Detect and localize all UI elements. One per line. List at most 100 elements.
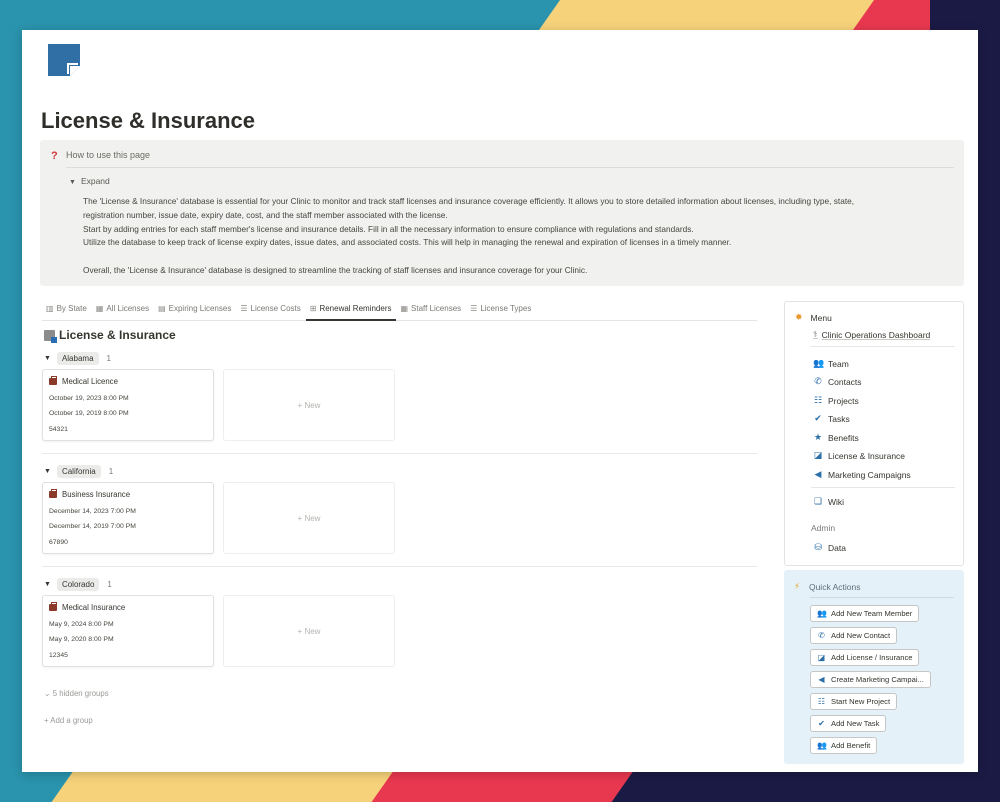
admin-label: Admin xyxy=(811,523,836,533)
tab-license-costs[interactable]: ☰ License Costs xyxy=(236,300,305,321)
triangle-down-icon: ▼ xyxy=(44,581,51,588)
add-new-team-member-button[interactable]: 👥 Add New Team Member xyxy=(810,605,920,622)
start-new-project-button[interactable]: ☷ Start New Project xyxy=(810,693,898,710)
help-icon: ? xyxy=(51,150,58,162)
menu-item-license-insurance[interactable]: ◪ License & Insurance xyxy=(813,450,905,461)
group-header[interactable]: ▼ California 1 xyxy=(44,465,113,478)
menu-divider xyxy=(811,487,955,488)
group-tag: Alabama xyxy=(56,352,99,365)
table-icon: ▦ xyxy=(400,304,409,313)
group-count: 1 xyxy=(107,580,112,589)
add-new-contact-button[interactable]: ✆ Add New Contact xyxy=(810,627,898,644)
triangle-down-icon: ▼ xyxy=(44,355,51,362)
license-card[interactable]: Medical Insurance May 9, 2024 8:00 PM Ma… xyxy=(42,595,214,667)
quick-actions-divider xyxy=(810,597,954,598)
team-icon: 👥 xyxy=(817,609,827,618)
tab-expiring-licenses[interactable]: ▤ Expiring Licenses xyxy=(154,300,236,321)
tab-license-types[interactable]: ☰ License Types xyxy=(466,300,536,321)
quick-actions-heading: ⚡ Quick Actions xyxy=(794,581,861,592)
briefcase-icon xyxy=(49,602,57,611)
menu-item-tasks[interactable]: ✔ Tasks xyxy=(813,413,850,424)
stethoscope-icon: ⚕ xyxy=(813,329,818,339)
checklist-icon: ☷ xyxy=(813,395,823,405)
callout-heading: How to use this page xyxy=(66,150,151,160)
add-benefit-button[interactable]: 👥 Add Benefit xyxy=(810,737,878,754)
create-marketing-campaign-button[interactable]: ◀ Create Marketing Campai... xyxy=(810,671,931,688)
table-icon: ▦ xyxy=(95,304,104,313)
list-icon: ☰ xyxy=(240,304,248,313)
star-icon: ★ xyxy=(813,432,823,442)
phone-icon: ✆ xyxy=(814,376,822,386)
group-tag: California xyxy=(56,465,101,478)
registration-number: 67890 xyxy=(49,539,68,546)
callout-body: The 'License & Insurance' database is es… xyxy=(83,195,951,278)
hidden-groups-toggle[interactable]: ⌄ 5 hidden groups xyxy=(44,689,109,698)
add-group-button[interactable]: + Add a group xyxy=(44,716,93,725)
page-title: License & Insurance xyxy=(41,108,255,133)
expiry-date: December 14, 2023 7:00 PM xyxy=(49,508,136,515)
dashboard-link[interactable]: ⚕ Clinic Operations Dashboard xyxy=(813,329,930,340)
menu-item-benefits[interactable]: ★ Benefits xyxy=(813,432,859,443)
list-icon: ☰ xyxy=(470,304,478,313)
team-icon: 👥 xyxy=(817,741,827,750)
callout-divider xyxy=(66,167,954,168)
megaphone-icon: ◀ xyxy=(818,675,825,684)
group-count: 1 xyxy=(108,467,114,476)
callout-line: The 'License & Insurance' database is es… xyxy=(83,196,855,206)
menu-heading: ✸ Menu xyxy=(795,312,832,323)
card-title: Medical Licence xyxy=(49,376,118,386)
menu-item-projects[interactable]: ☷ Projects xyxy=(813,395,859,406)
expand-toggle[interactable]: ▼ Expand xyxy=(69,176,110,186)
check-circle-icon: ✔ xyxy=(814,413,822,423)
phone-icon: ✆ xyxy=(818,631,825,640)
new-card-button[interactable]: + New xyxy=(223,369,395,441)
issue-date: December 14, 2019 7:00 PM xyxy=(49,523,136,530)
note-icon: ◪ xyxy=(813,450,823,460)
gallery-icon: ⊞ xyxy=(309,304,317,313)
megaphone-icon: ◀ xyxy=(814,469,822,479)
board-icon: ▥ xyxy=(46,304,54,313)
briefcase-icon xyxy=(49,489,57,498)
checklist-icon: ☷ xyxy=(817,697,826,706)
expiry-date: May 9, 2024 8:00 PM xyxy=(49,621,114,628)
tab-all-licenses[interactable]: ▦ All Licenses xyxy=(92,300,154,321)
calendar-icon: ▤ xyxy=(158,304,166,313)
add-new-task-button[interactable]: ✔ Add New Task xyxy=(810,715,887,732)
add-license-insurance-button[interactable]: ◪ Add License / Insurance xyxy=(810,649,920,666)
linked-database-icon xyxy=(44,329,57,343)
note-icon: ◪ xyxy=(817,653,826,662)
card-title: Business Insurance xyxy=(49,489,130,499)
menu-item-data[interactable]: ⛁ Data xyxy=(813,542,846,553)
menu-item-team[interactable]: 👥 Team xyxy=(813,358,849,369)
menu-panel: ✸ Menu ⚕ Clinic Operations Dashboard 👥 Team… xyxy=(784,301,964,566)
view-tabs: ▥ By State ▦ All Licenses ▤ Expiring Licens… xyxy=(42,300,757,321)
menu-item-wiki[interactable]: ❏ Wiki xyxy=(813,496,844,507)
lightning-icon: ⚡ xyxy=(794,581,800,591)
group-header[interactable]: ▼ Colorado 1 xyxy=(44,578,112,591)
triangle-down-icon: ▼ xyxy=(69,179,76,186)
license-card[interactable]: Medical Licence October 19, 2023 8:00 PM… xyxy=(42,369,214,441)
triangle-down-icon: ▼ xyxy=(44,468,51,475)
page-logo-icon xyxy=(48,44,80,76)
tab-by-state[interactable]: ▥ By State xyxy=(42,300,92,321)
license-card[interactable]: Business Insurance December 14, 2023 7:0… xyxy=(42,482,214,554)
database-icon: ⛁ xyxy=(814,542,822,552)
group-header[interactable]: ▼ Alabama 1 xyxy=(44,352,111,365)
new-card-button[interactable]: + New xyxy=(223,482,395,554)
team-icon: 👥 xyxy=(813,358,825,368)
group-count: 1 xyxy=(106,354,111,363)
quick-actions-panel: ⚡ Quick Actions 👥 Add New Team Member ✆ Add… xyxy=(784,570,964,764)
database-title[interactable]: License & Insurance xyxy=(44,328,176,343)
notion-page: License & Insurance ? How to use this pa… xyxy=(22,30,978,772)
menu-divider xyxy=(811,346,955,347)
briefcase-icon xyxy=(49,376,57,385)
tab-renewal-reminders[interactable]: ⊞ Renewal Reminders xyxy=(305,300,397,321)
callout-line: registration number, issue date, expiry … xyxy=(83,209,448,220)
new-card-button[interactable]: + New xyxy=(223,595,395,667)
tab-staff-licenses[interactable]: ▦ Staff Licenses xyxy=(396,300,466,321)
menu-item-contacts[interactable]: ✆ Contacts xyxy=(813,376,861,387)
menu-item-marketing-campaigns[interactable]: ◀ Marketing Campaigns xyxy=(813,469,911,480)
expiry-date: October 19, 2023 8:00 PM xyxy=(49,395,129,402)
book-icon: ❏ xyxy=(813,496,823,506)
registration-number: 54321 xyxy=(49,426,68,433)
